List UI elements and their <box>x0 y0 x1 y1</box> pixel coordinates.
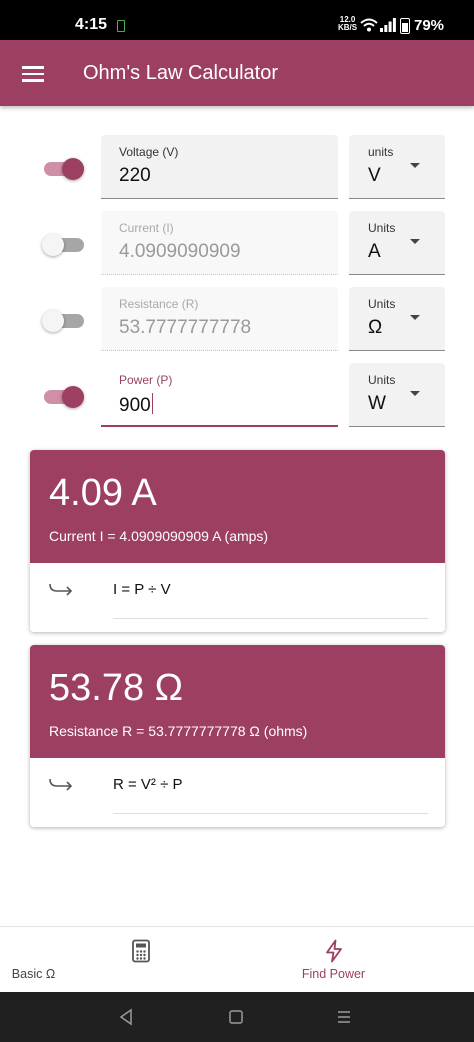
result-formula: I = P ÷ V <box>113 581 171 598</box>
return-arrow-icon <box>49 583 73 596</box>
battery-percent: 79% <box>414 17 445 34</box>
signal-icon <box>380 18 396 32</box>
result-value: 53.78 Ω <box>49 667 184 709</box>
power-field[interactable]: Power (P) 900 <box>101 363 338 427</box>
divider <box>113 813 428 814</box>
text-cursor <box>151 393 153 414</box>
voltage-value: 220 <box>119 165 151 186</box>
network-speed: 12.0 KB/S <box>338 16 357 32</box>
power-value-wrap: 900 <box>119 393 153 417</box>
result-description: Resistance R = 53.7777777778 Ω (ohms) <box>49 723 308 739</box>
current-toggle[interactable] <box>42 230 86 258</box>
power-toggle[interactable] <box>42 382 86 410</box>
lightning-icon <box>326 939 342 963</box>
voltage-field[interactable]: Voltage (V) 220 <box>101 135 338 199</box>
current-label: Current (I) <box>119 221 174 235</box>
power-value: 900 <box>119 395 151 416</box>
menu-icon[interactable] <box>22 66 44 82</box>
voltage-row: Voltage (V) 220 units V <box>0 135 474 201</box>
current-row: Current (I) 4.0909090909 Units A <box>0 211 474 277</box>
nav-find-power-label: Find Power <box>301 967 366 981</box>
result-value: 4.09 A <box>49 472 157 514</box>
recents-icon[interactable] <box>336 1008 352 1026</box>
resistance-unit-value: Ω <box>368 317 383 338</box>
resistance-units-label: Units <box>368 297 396 311</box>
resistance-value: 53.7777777778 <box>119 317 252 338</box>
network-speed-unit: KB/S <box>338 23 358 32</box>
current-result-card: 4.09 A Current I = 4.0909090909 A (amps)… <box>30 450 445 632</box>
current-field[interactable]: Current (I) 4.0909090909 <box>101 211 338 275</box>
wifi-icon <box>360 18 378 32</box>
voltage-unit-value: V <box>368 165 381 186</box>
result-header: 4.09 A Current I = 4.0909090909 A (amps) <box>30 450 445 563</box>
status-time: 4:15 <box>75 16 108 33</box>
resistance-toggle[interactable] <box>42 306 86 334</box>
status-bar: 4:15 12.0 KB/S 79% <box>0 0 474 40</box>
result-header: 53.78 Ω Resistance R = 53.7777777778 Ω (… <box>30 645 445 758</box>
power-units-label: Units <box>368 373 396 387</box>
resistance-field[interactable]: Resistance (R) 53.7777777778 <box>101 287 338 351</box>
power-row: Power (P) 900 Units W <box>0 363 474 429</box>
current-unit-value: A <box>368 241 381 262</box>
result-description: Current I = 4.0909090909 A (amps) <box>49 528 269 544</box>
dropdown-arrow-icon <box>410 239 420 244</box>
home-icon[interactable] <box>228 1008 244 1026</box>
resistance-label: Resistance (R) <box>119 297 199 311</box>
current-value: 4.0909090909 <box>119 241 241 262</box>
calculator-icon <box>132 939 150 963</box>
voltage-label: Voltage (V) <box>119 145 179 159</box>
voltage-toggle[interactable] <box>42 154 86 182</box>
dropdown-arrow-icon <box>410 391 420 396</box>
battery-icon <box>400 18 410 34</box>
current-units-label: Units <box>368 221 396 235</box>
resistance-units-select[interactable]: Units Ω <box>349 287 445 351</box>
app-title: Ohm's Law Calculator <box>83 62 278 84</box>
dropdown-arrow-icon <box>410 163 420 168</box>
return-arrow-icon <box>49 778 73 791</box>
resistance-row: Resistance (R) 53.7777777778 Units Ω <box>0 287 474 353</box>
resistance-result-card: 53.78 Ω Resistance R = 53.7777777778 Ω (… <box>30 645 445 827</box>
power-label: Power (P) <box>119 373 173 387</box>
power-units-select[interactable]: Units W <box>349 363 445 427</box>
battery-saver-icon <box>117 20 125 32</box>
system-navigation-bar <box>0 992 474 1042</box>
voltage-units-select[interactable]: units V <box>349 135 445 199</box>
voltage-units-label: units <box>368 145 394 159</box>
dropdown-arrow-icon <box>410 315 420 320</box>
app-bar: Ohm's Law Calculator <box>0 40 474 106</box>
current-units-select[interactable]: Units A <box>349 211 445 275</box>
bottom-navigation: Basic Ω Find Power <box>0 926 474 993</box>
divider <box>113 618 428 619</box>
power-unit-value: W <box>368 393 386 414</box>
nav-basic-label: Basic Ω <box>11 967 56 981</box>
nav-find-power[interactable]: Find Power <box>215 927 452 993</box>
back-icon[interactable] <box>118 1008 134 1026</box>
result-formula: R = V² ÷ P <box>113 776 183 793</box>
